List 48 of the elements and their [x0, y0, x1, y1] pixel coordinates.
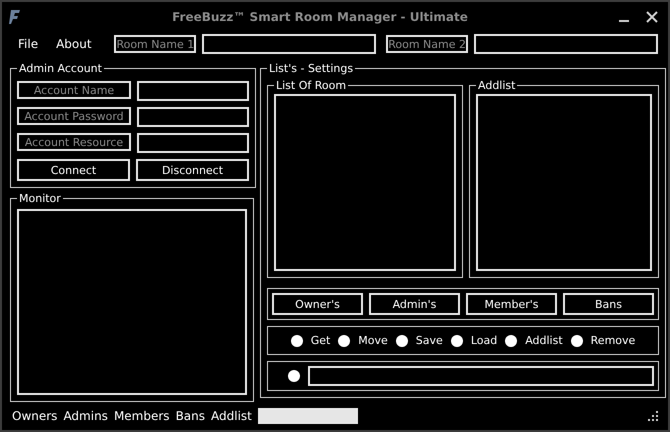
- radio-label: Remove: [590, 334, 636, 347]
- account-label: Account Name: [17, 81, 131, 99]
- addlist-list[interactable]: [476, 94, 652, 271]
- list-button[interactable]: Owner's: [272, 293, 363, 315]
- radio-label: Get: [310, 334, 330, 347]
- account-label: Account Password: [17, 107, 131, 125]
- radio-button[interactable]: [450, 334, 463, 346]
- panel-title: Admin Account: [18, 62, 103, 75]
- radio-label: Move: [358, 334, 388, 347]
- radio-button[interactable]: [570, 334, 583, 346]
- menu-item[interactable]: File: [12, 37, 44, 51]
- radio-label: Save: [416, 334, 443, 347]
- room-name-label: Room Name 1: [114, 35, 196, 53]
- room-name-field[interactable]: [202, 34, 376, 54]
- status-label: Addlist: [211, 409, 252, 423]
- panel-title: List's - Settings: [268, 62, 354, 75]
- list-button[interactable]: Member's: [466, 293, 557, 315]
- connection-button[interactable]: Connect: [17, 159, 130, 181]
- text-field[interactable]: [308, 366, 654, 386]
- account-field[interactable]: [137, 133, 249, 153]
- room-list[interactable]: [274, 94, 456, 271]
- panel-title: Addlist: [477, 79, 516, 92]
- menu-item[interactable]: About: [50, 37, 98, 51]
- radio-button[interactable]: [505, 334, 518, 346]
- radio-button[interactable]: [396, 334, 408, 346]
- radio-label: Load: [470, 334, 498, 347]
- account-field[interactable]: [137, 107, 249, 127]
- radio-button[interactable]: [338, 334, 350, 346]
- account-field[interactable]: [137, 81, 249, 101]
- panel-title: Monitor: [18, 192, 62, 205]
- radio-button[interactable]: [288, 370, 300, 382]
- close-icon[interactable]: [646, 11, 658, 23]
- status-label: Admins: [63, 409, 108, 423]
- status-label: Bans: [176, 409, 206, 423]
- radio-label: Addlist: [525, 334, 563, 347]
- resize-grip-icon[interactable]: [648, 411, 658, 421]
- list-button[interactable]: Bans: [563, 293, 654, 315]
- status-label: Owners: [12, 409, 58, 423]
- connection-button[interactable]: Disconnect: [136, 159, 249, 181]
- window-title: FreeBuzz™ Smart Room Manager - Ultimate: [171, 10, 469, 24]
- room-name-field[interactable]: [474, 34, 658, 54]
- room-name-label: Room Name 2: [386, 35, 468, 53]
- status-label: Members: [114, 409, 170, 423]
- account-label: Account Resource: [17, 133, 131, 151]
- panel-title: List Of Room: [275, 79, 348, 92]
- list-button[interactable]: Admin's: [369, 293, 460, 315]
- radio-button[interactable]: [290, 334, 303, 346]
- app-logo-icon: [8, 9, 22, 25]
